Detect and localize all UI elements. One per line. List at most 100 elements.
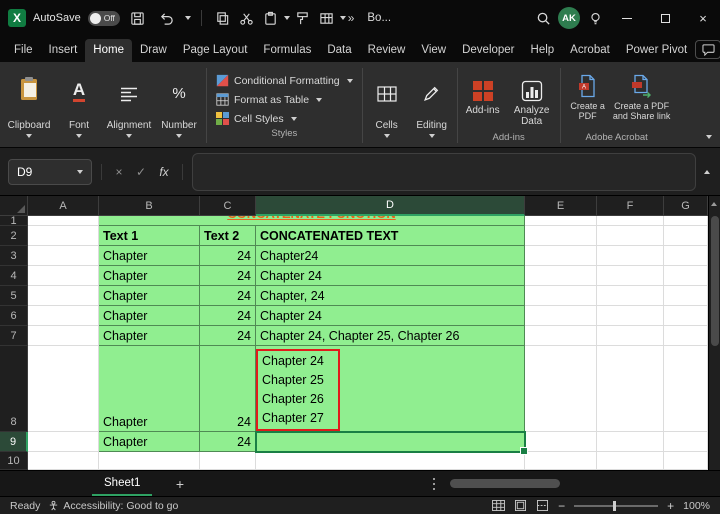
cell-B3[interactable]: Chapter xyxy=(99,246,200,266)
tab-review[interactable]: Review xyxy=(360,39,414,62)
tab-acrobat[interactable]: Acrobat xyxy=(562,39,618,62)
cell-F7[interactable] xyxy=(597,326,664,346)
minimize-button[interactable] xyxy=(610,0,644,36)
col-header-A[interactable]: A xyxy=(28,196,99,216)
cell-E1[interactable] xyxy=(525,216,597,226)
cell-F4[interactable] xyxy=(597,266,664,286)
cell-G2[interactable] xyxy=(664,226,708,246)
clipboard-group-button[interactable]: Clipboard xyxy=(4,64,54,147)
page-layout-view-icon[interactable] xyxy=(514,500,527,511)
row-header-1[interactable]: 1 xyxy=(0,216,28,226)
cell-A10[interactable] xyxy=(28,452,99,470)
cell-C2[interactable]: Text 2 xyxy=(200,226,256,246)
search-icon[interactable] xyxy=(532,6,554,30)
cell-E7[interactable] xyxy=(525,326,597,346)
cell-B2[interactable]: Text 1 xyxy=(99,226,200,246)
cell-D7[interactable]: Chapter 24, Chapter 25, Chapter 26 xyxy=(256,326,525,346)
paste-dropdown-icon[interactable] xyxy=(284,16,290,20)
new-sheet-button[interactable]: + xyxy=(170,474,190,494)
cell-C3[interactable]: 24 xyxy=(200,246,256,266)
row-header-10[interactable]: 10 xyxy=(0,452,28,470)
accessibility-status[interactable]: Accessibility: Good to go xyxy=(48,500,178,512)
col-header-F[interactable]: F xyxy=(597,196,664,216)
tab-file[interactable]: File xyxy=(6,39,41,62)
sheet-tab-sheet1[interactable]: Sheet1 xyxy=(92,471,152,496)
cell-E9[interactable] xyxy=(525,432,597,452)
cell-A3[interactable] xyxy=(28,246,99,266)
cell-C7[interactable]: 24 xyxy=(200,326,256,346)
vertical-scroll-thumb[interactable] xyxy=(711,216,719,346)
alignment-group-button[interactable]: Alignment xyxy=(104,64,154,147)
cell-G9[interactable] xyxy=(664,432,708,452)
cell-B9[interactable]: Chapter xyxy=(99,432,200,452)
comments-button[interactable] xyxy=(695,40,720,59)
insert-function-icon[interactable]: fx xyxy=(155,165,173,179)
col-header-C[interactable]: C xyxy=(200,196,256,216)
cell-G6[interactable] xyxy=(664,306,708,326)
cell-G1[interactable] xyxy=(664,216,708,226)
create-pdf-share-button[interactable]: Create a PDF and Share link xyxy=(613,64,671,132)
cell-G4[interactable] xyxy=(664,266,708,286)
undo-button[interactable] xyxy=(156,6,178,30)
number-group-button[interactable]: % Number xyxy=(154,64,204,147)
cell-A1[interactable] xyxy=(28,216,99,226)
cell-E2[interactable] xyxy=(525,226,597,246)
paste-icon[interactable] xyxy=(260,6,282,30)
cell-F5[interactable] xyxy=(597,286,664,306)
tab-help[interactable]: Help xyxy=(523,39,563,62)
enter-icon[interactable]: ✓ xyxy=(133,165,149,179)
row-header-3[interactable]: 3 xyxy=(0,246,28,266)
row-header-5[interactable]: 5 xyxy=(0,286,28,306)
row-header-6[interactable]: 6 xyxy=(0,306,28,326)
table-dropdown-icon[interactable] xyxy=(340,16,346,20)
cell-styles-button[interactable]: Cell Styles xyxy=(209,109,360,128)
cells-group-button[interactable]: Cells xyxy=(365,64,409,147)
row-header-4[interactable]: 4 xyxy=(0,266,28,286)
tab-page-layout[interactable]: Page Layout xyxy=(175,39,256,62)
cell-F2[interactable] xyxy=(597,226,664,246)
create-pdf-button[interactable]: A Create a PDF xyxy=(563,64,613,132)
maximize-button[interactable] xyxy=(648,0,682,36)
font-group-button[interactable]: A Font xyxy=(54,64,104,147)
cell-C8[interactable]: 24 xyxy=(200,346,256,432)
cell-D10[interactable] xyxy=(256,452,525,470)
cell-C4[interactable]: 24 xyxy=(200,266,256,286)
cell-D2[interactable]: CONCATENATED TEXT xyxy=(256,226,525,246)
cell-G10[interactable] xyxy=(664,452,708,470)
cell-C9[interactable]: 24 xyxy=(200,432,256,452)
format-painter-icon[interactable] xyxy=(292,6,314,30)
row-header-7[interactable]: 7 xyxy=(0,326,28,346)
tab-data[interactable]: Data xyxy=(319,39,359,62)
cell-A8[interactable] xyxy=(28,346,99,432)
cell-A7[interactable] xyxy=(28,326,99,346)
cell-F10[interactable] xyxy=(597,452,664,470)
cell-E10[interactable] xyxy=(525,452,597,470)
name-box[interactable]: D9 xyxy=(8,159,92,185)
cell-D5[interactable]: Chapter, 24 xyxy=(256,286,525,306)
more-commands-icon[interactable]: » xyxy=(348,11,355,25)
cell-F1[interactable] xyxy=(597,216,664,226)
zoom-in-icon[interactable]: + xyxy=(667,499,674,513)
cell-F6[interactable] xyxy=(597,306,664,326)
horizontal-scroll-thumb[interactable] xyxy=(450,479,560,488)
copy-icon[interactable] xyxy=(212,6,234,30)
row-header-8[interactable]: 8 xyxy=(0,346,28,432)
lightbulb-icon[interactable] xyxy=(584,6,606,30)
cell-A9[interactable] xyxy=(28,432,99,452)
select-all-corner[interactable] xyxy=(0,196,28,216)
addins-button[interactable]: Add-ins xyxy=(460,64,506,132)
zoom-slider-thumb[interactable] xyxy=(613,501,616,511)
cell-G8[interactable] xyxy=(664,346,708,432)
cell-E4[interactable] xyxy=(525,266,597,286)
cell-B5[interactable]: Chapter xyxy=(99,286,200,306)
autosave-toggle[interactable]: Off xyxy=(88,11,120,26)
cell-E5[interactable] xyxy=(525,286,597,306)
tab-draw[interactable]: Draw xyxy=(132,39,175,62)
scroll-up-icon[interactable] xyxy=(711,202,717,206)
row-header-9[interactable]: 9 xyxy=(0,432,28,452)
cell-B10[interactable] xyxy=(99,452,200,470)
cell-E3[interactable] xyxy=(525,246,597,266)
undo-dropdown-icon[interactable] xyxy=(185,16,191,20)
conditional-formatting-button[interactable]: Conditional Formatting xyxy=(209,71,360,90)
cell-D9-selected[interactable] xyxy=(256,432,525,452)
